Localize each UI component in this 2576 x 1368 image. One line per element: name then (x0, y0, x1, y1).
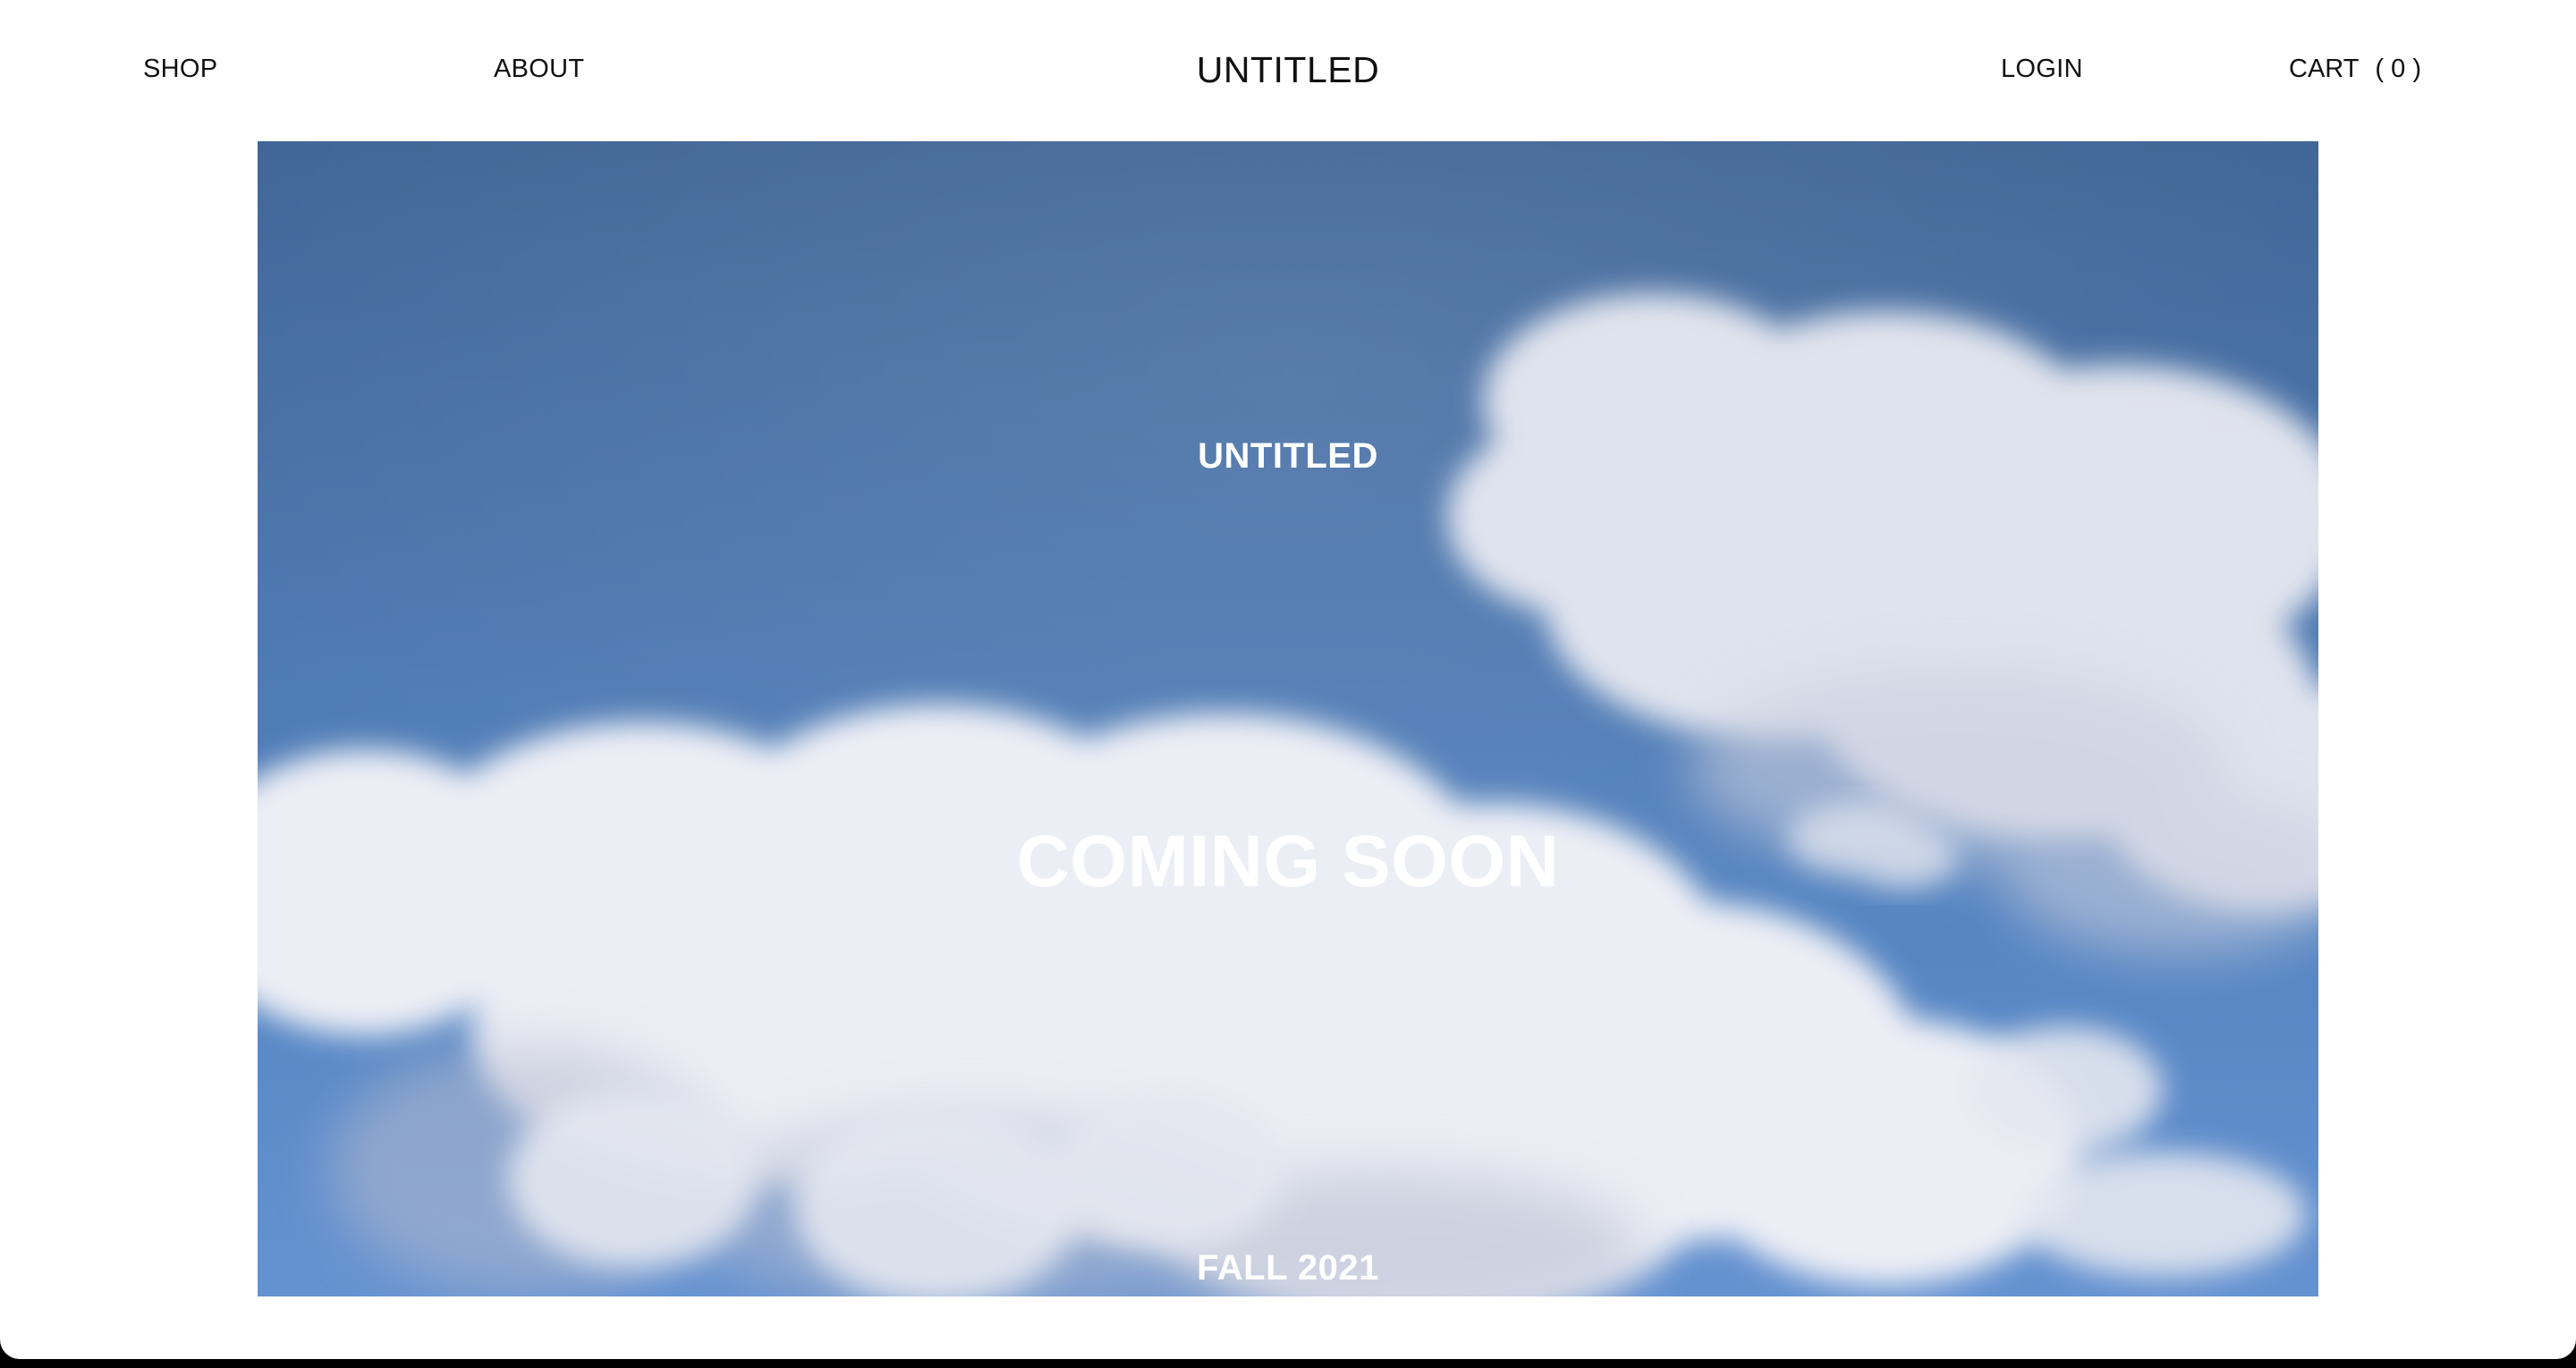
site-logo[interactable]: UNTITLED (0, 48, 2576, 91)
hero-brand-title: UNTITLED (1198, 436, 1378, 476)
hero-headline: COMING SOON (1016, 821, 1560, 902)
cart-count: ( 0 ) (2375, 55, 2421, 83)
cart-link[interactable]: CART ( 0 ) (2289, 53, 2421, 85)
cart-label: CART (2289, 55, 2360, 83)
site-header: SHOP ABOUT UNTITLED LOGIN CART( 0 ) (0, 0, 2576, 141)
hero-season-label: FALL 2021 (1197, 1248, 1379, 1288)
nav-login-link[interactable]: LOGIN (2001, 53, 2083, 85)
page: SHOP ABOUT UNTITLED LOGIN CART( 0 ) UNTI… (0, 0, 2576, 1359)
sky-clouds-background (258, 141, 2318, 1296)
hero-banner: UNTITLED COMING SOON FALL 2021 (258, 141, 2318, 1296)
